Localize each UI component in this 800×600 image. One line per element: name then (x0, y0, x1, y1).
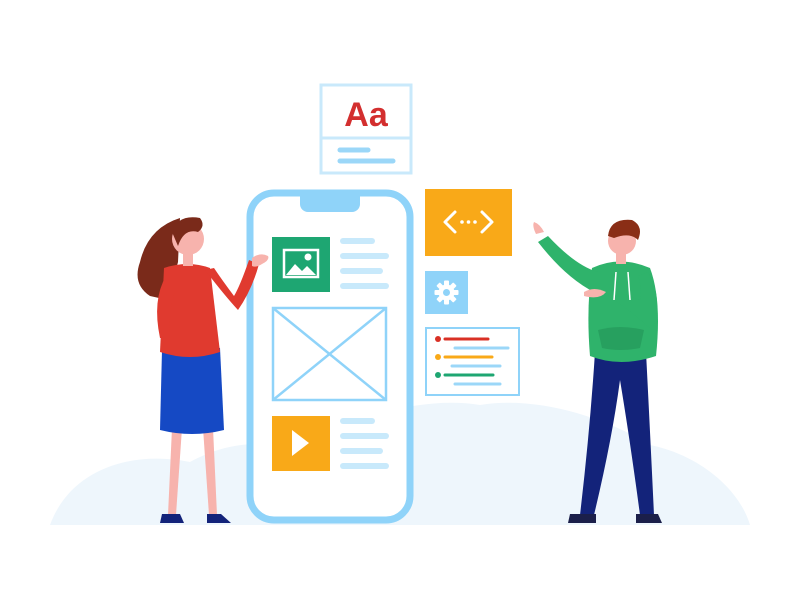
gear-icon[interactable] (425, 271, 468, 314)
illustration-scene: Aa (50, 83, 750, 525)
typography-sample: Aa (344, 96, 389, 134)
typography-card: Aa (319, 83, 413, 175)
phone-notch (300, 193, 360, 212)
code-icon[interactable] (425, 189, 512, 256)
image-icon[interactable] (272, 237, 330, 292)
play-icon[interactable] (272, 416, 330, 471)
phone-mockup (246, 189, 414, 524)
checklist-card (425, 327, 520, 396)
